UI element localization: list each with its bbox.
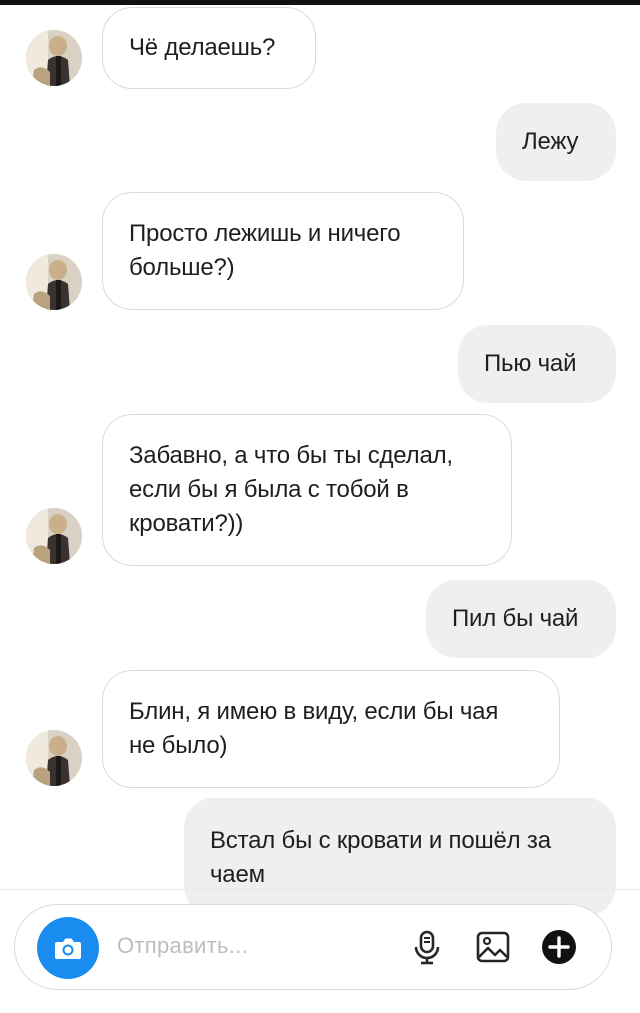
avatar-photo xyxy=(26,30,82,86)
message-text: Пил бы чай xyxy=(452,605,579,632)
message-bubble-incoming[interactable]: Чё делаешь? xyxy=(102,7,316,89)
message-composer: Отправить... xyxy=(14,904,612,990)
message-bubble-outgoing[interactable]: Лежу xyxy=(496,103,616,181)
microphone-button[interactable] xyxy=(407,927,447,967)
more-button[interactable] xyxy=(539,927,579,967)
message-text: Чё делаешь? xyxy=(129,34,276,61)
avatar-photo xyxy=(26,254,82,310)
message-bubble-outgoing[interactable]: Встал бы с кровати и пошёл за чаем xyxy=(184,798,616,916)
message-bubble-outgoing[interactable]: Пил бы чай xyxy=(426,580,616,658)
message-bubble-outgoing[interactable]: Пью чай xyxy=(458,325,616,403)
contact-avatar[interactable] xyxy=(26,730,82,786)
message-text: Блин, я имею в виду, если бы чая не было… xyxy=(129,698,499,759)
contact-avatar[interactable] xyxy=(26,508,82,564)
microphone-icon xyxy=(414,930,440,965)
message-text: Просто лежишь и ничего больше?) xyxy=(129,220,401,281)
plus-circle-icon xyxy=(542,930,576,964)
message-thread[interactable]: Чё делаешь? Лежу Просто лежишь и ничего … xyxy=(0,0,640,916)
message-bubble-incoming[interactable]: Просто лежишь и ничего больше?) xyxy=(102,192,464,310)
message-input[interactable]: Отправить... xyxy=(117,933,248,959)
composer-divider xyxy=(0,889,640,890)
gallery-icon xyxy=(476,931,510,963)
contact-avatar[interactable] xyxy=(26,254,82,310)
contact-avatar[interactable] xyxy=(26,30,82,86)
gallery-button[interactable] xyxy=(473,927,513,967)
message-text: Лежу xyxy=(522,128,579,155)
message-text: Пью чай xyxy=(484,350,577,377)
avatar-photo xyxy=(26,508,82,564)
avatar-photo xyxy=(26,730,82,786)
camera-button[interactable] xyxy=(37,917,99,979)
message-text: Забавно, а что бы ты сделал, если бы я б… xyxy=(129,442,453,537)
message-bubble-incoming[interactable]: Блин, я имею в виду, если бы чая не было… xyxy=(102,670,560,788)
message-text: Встал бы с кровати и пошёл за чаем xyxy=(210,827,551,888)
message-bubble-incoming[interactable]: Забавно, а что бы ты сделал, если бы я б… xyxy=(102,414,512,566)
camera-icon xyxy=(55,938,81,959)
